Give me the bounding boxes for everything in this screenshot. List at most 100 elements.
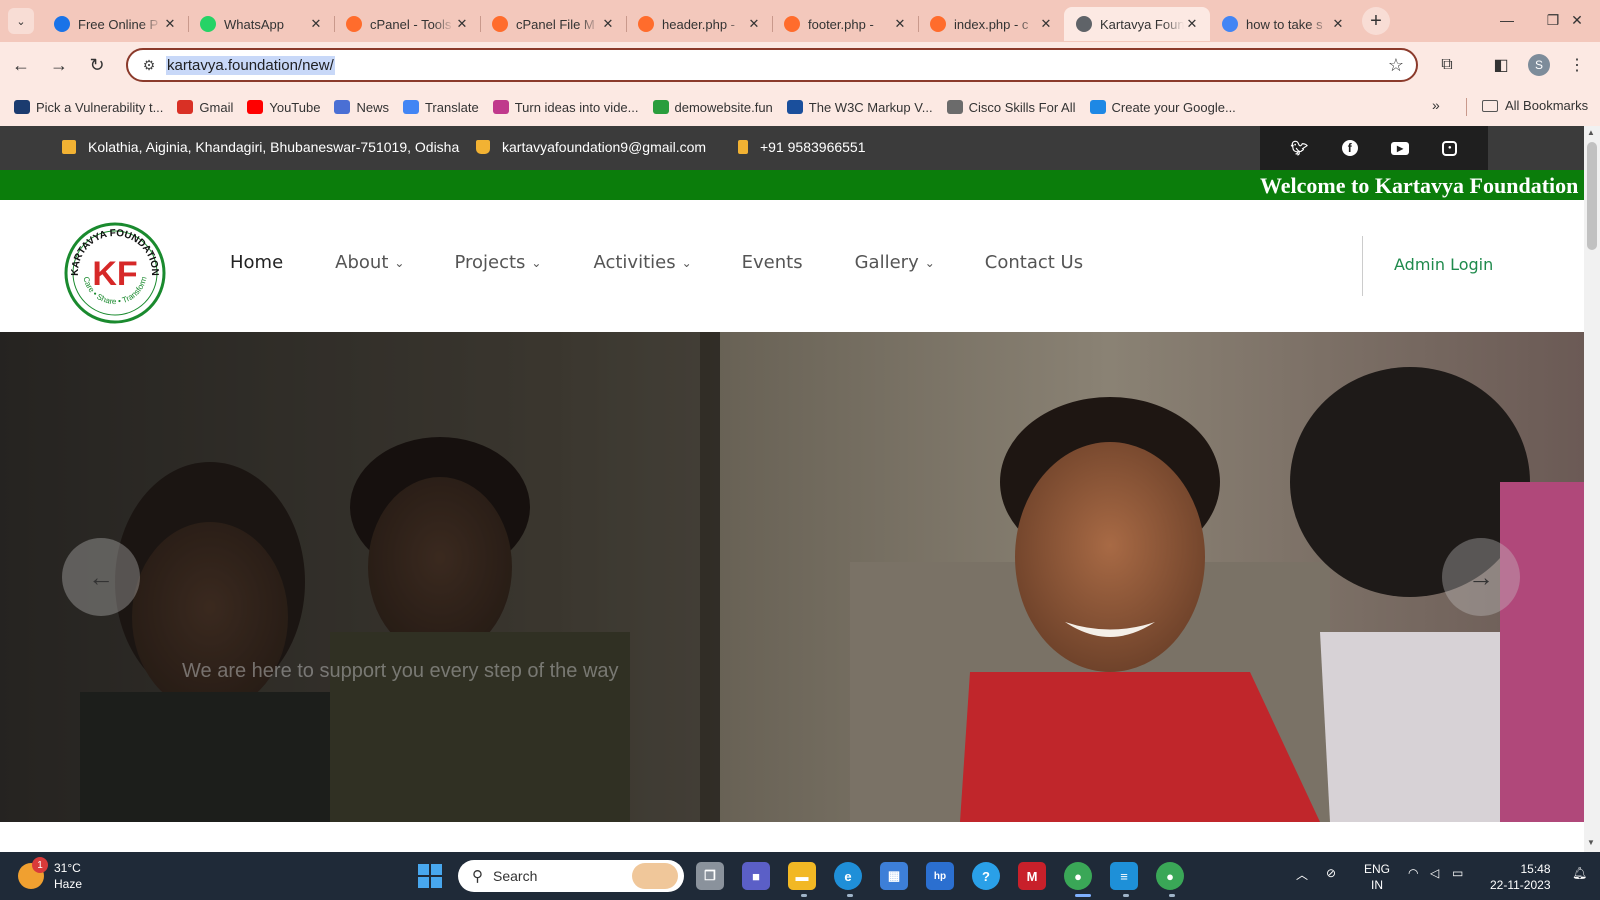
volume-icon[interactable]: ◁: [1430, 866, 1439, 880]
page-scrollbar[interactable]: ▲ ▼: [1584, 126, 1600, 852]
chevron-up-icon[interactable]: ︿: [1296, 866, 1308, 883]
site-info-icon[interactable]: ⚙: [134, 57, 164, 74]
browser-tab[interactable]: footer.php - ✕: [772, 7, 918, 41]
edge-icon[interactable]: e: [834, 862, 862, 890]
browser-tab[interactable]: WhatsApp ✕: [188, 7, 334, 41]
all-bookmarks-button[interactable]: All Bookmarks: [1482, 98, 1588, 113]
browser-tab[interactable]: header.php - ✕: [626, 7, 772, 41]
facebook-icon[interactable]: f: [1341, 140, 1358, 156]
menu-button[interactable]: ⋮: [1560, 48, 1594, 82]
email-text[interactable]: kartavyafoundation9@gmail.com: [502, 139, 706, 155]
scroll-down-icon[interactable]: ▼: [1587, 838, 1595, 847]
nav-item-gallery[interactable]: Gallery ⌄: [855, 252, 935, 273]
carousel-prev-button[interactable]: ←: [62, 538, 140, 616]
nav-item-home[interactable]: Home: [230, 252, 283, 273]
bookmark-item[interactable]: Translate: [402, 100, 479, 115]
browser-tab[interactable]: cPanel File M ✕: [480, 7, 626, 41]
start-button[interactable]: [418, 864, 442, 888]
email-info[interactable]: kartavyafoundation9@gmail.com: [476, 139, 706, 155]
twitter-icon[interactable]: 🐦︎: [1291, 140, 1309, 157]
taskbar-search[interactable]: ⚲ Search: [458, 860, 684, 892]
instagram-icon[interactable]: ●: [1442, 140, 1458, 156]
bookmark-item[interactable]: The W3C Markup V...: [786, 100, 933, 115]
close-tab-icon[interactable]: ✕: [454, 16, 470, 32]
file-explorer-icon[interactable]: ▬: [788, 862, 816, 890]
browser-tab[interactable]: index.php - c ✕: [918, 7, 1064, 41]
bookmark-item[interactable]: Pick a Vulnerability t...: [14, 100, 163, 115]
close-tab-icon[interactable]: ✕: [162, 16, 178, 32]
close-tab-icon[interactable]: ✕: [892, 16, 908, 32]
browser-tab[interactable]: Free Online P ✕: [42, 7, 188, 41]
browser-tab[interactable]: cPanel - Tools ✕: [334, 7, 480, 41]
phone-text[interactable]: +91 9583966551: [760, 139, 866, 155]
bookmark-item[interactable]: Turn ideas into vide...: [492, 100, 639, 115]
bookmark-item[interactable]: Create your Google...: [1089, 100, 1236, 115]
bookmark-star-icon[interactable]: ☆: [1388, 55, 1404, 76]
chrome-profile-icon[interactable]: ●: [1156, 862, 1184, 890]
store-icon[interactable]: ▦: [880, 862, 908, 890]
url-text[interactable]: kartavya.foundation/new/: [166, 55, 335, 75]
side-panel-button[interactable]: ◧: [1484, 48, 1518, 82]
minimize-button[interactable]: —: [1484, 0, 1530, 40]
teams-icon[interactable]: ■: [742, 862, 770, 890]
nav-item-events[interactable]: Events: [742, 252, 803, 273]
nav-item-about[interactable]: About ⌄: [335, 252, 404, 273]
wifi-icon[interactable]: ◠: [1408, 866, 1418, 880]
bookmark-item[interactable]: News: [334, 100, 389, 115]
address-info: Kolathia, Aiginia, Khandagiri, Bhubanesw…: [62, 139, 459, 155]
new-tab-button[interactable]: +: [1362, 7, 1390, 35]
bookmark-item[interactable]: Gmail: [177, 100, 233, 115]
notepad-icon[interactable]: ≡: [1110, 862, 1138, 890]
mcafee-icon[interactable]: M: [1018, 862, 1046, 890]
nav-item-activities[interactable]: Activities ⌄: [593, 252, 691, 273]
bookmark-item[interactable]: demowebsite.fun: [652, 100, 773, 115]
minimize-icon: —: [1500, 12, 1514, 28]
bookmark-item[interactable]: YouTube: [247, 100, 320, 115]
forward-button[interactable]: →: [42, 48, 76, 82]
nav-item-label: Events: [741, 252, 803, 273]
browser-tab[interactable]: how to take s ✕: [1210, 7, 1356, 41]
weather-widget[interactable]: 1 31°C Haze: [18, 857, 82, 892]
task-view-icon[interactable]: ❐: [696, 862, 724, 890]
bookmark-label: News: [356, 99, 389, 115]
battery-icon[interactable]: ▭: [1452, 866, 1463, 880]
more-bookmarks-icon[interactable]: »: [1432, 97, 1440, 113]
admin-login-link[interactable]: Admin Login: [1394, 255, 1493, 274]
hero-image: [0, 332, 1584, 822]
reload-button[interactable]: ↻: [80, 48, 114, 82]
phone-info[interactable]: +91 9583966551: [738, 139, 866, 155]
help-icon[interactable]: ?: [972, 862, 1000, 890]
phone-icon: [738, 140, 748, 154]
video-icon: [492, 100, 509, 114]
system-clock[interactable]: 15:48 22-11-2023: [1490, 861, 1551, 893]
close-window-button[interactable]: ✕: [1554, 0, 1600, 40]
close-tab-icon[interactable]: ✕: [308, 16, 324, 32]
hp-app-icon[interactable]: hp: [926, 862, 954, 890]
profile-button[interactable]: S: [1522, 48, 1556, 82]
tab-search-button[interactable]: ⌄: [8, 8, 34, 34]
close-icon: ✕: [1571, 11, 1583, 28]
carousel-next-button[interactable]: →: [1442, 538, 1520, 616]
back-button[interactable]: ←: [4, 48, 38, 82]
nav-item-contact-us[interactable]: Contact Us: [985, 252, 1083, 273]
close-tab-icon[interactable]: ✕: [600, 16, 616, 32]
browser-tab[interactable]: Kartavya Foun ✕: [1064, 7, 1210, 41]
extensions-button[interactable]: ⧉: [1430, 48, 1464, 82]
bookmark-item[interactable]: Cisco Skills For All: [946, 100, 1076, 115]
nav-item-projects[interactable]: Projects ⌄: [454, 252, 541, 273]
close-tab-icon[interactable]: ✕: [1330, 16, 1346, 32]
youtube-icon[interactable]: ▶: [1391, 141, 1410, 155]
close-tab-icon[interactable]: ✕: [1184, 16, 1200, 32]
language-indicator[interactable]: ENG IN: [1364, 861, 1390, 893]
scrollbar-thumb[interactable]: [1587, 142, 1597, 250]
address-bar[interactable]: ⚙ kartavya.foundation/new/ ☆: [126, 48, 1418, 82]
notification-bell-icon[interactable]: 🔔︎: [1572, 866, 1587, 880]
chrome-icon[interactable]: ●: [1064, 862, 1092, 890]
close-tab-icon[interactable]: ✕: [1038, 16, 1054, 32]
network-off-icon[interactable]: ⊘: [1326, 866, 1336, 880]
scroll-up-icon[interactable]: ▲: [1587, 128, 1595, 137]
bookmark-label: Pick a Vulnerability t...: [36, 99, 164, 115]
bookmarks-divider: [1466, 98, 1467, 116]
close-tab-icon[interactable]: ✕: [746, 16, 762, 32]
site-logo[interactable]: KARTAVYA FOUNDATION Care • Share • Trans…: [64, 222, 166, 324]
